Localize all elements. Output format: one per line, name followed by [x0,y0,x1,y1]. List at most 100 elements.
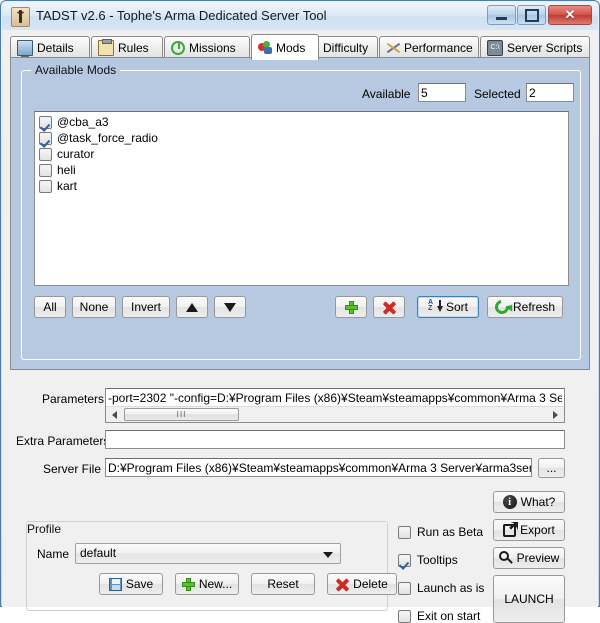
select-all-button[interactable]: All [34,296,66,318]
mod-name: curator [57,147,95,161]
client-area: Details Rules Missions Mods Difficulty P… [2,30,598,623]
export-button[interactable]: Export [493,519,565,541]
delete-profile-button[interactable]: Delete [327,573,397,595]
refresh-button[interactable]: Refresh [487,296,563,318]
x-mark-icon [336,578,349,591]
tab-mods[interactable]: Mods [251,34,319,60]
mod-checkbox[interactable] [39,115,52,129]
option-tooltips[interactable]: Tooltips [398,553,458,567]
selected-label: Selected [474,87,521,101]
profile-name-select[interactable]: default [75,543,341,564]
selected-count-input[interactable]: 2 [526,83,574,102]
available-count-input[interactable]: 5 [418,83,466,102]
tab-performance[interactable]: Performance [379,36,479,58]
move-down-button[interactable] [214,296,246,318]
browse-button[interactable]: ... [538,458,565,478]
list-item[interactable]: @task_force_radio [37,130,568,146]
parameters-field[interactable]: -port=2302 "-config=D:¥Program Files (x8… [105,388,565,423]
what-button[interactable]: i What? [493,491,565,513]
profile-group: Profile Name default Save New... Reset D… [26,521,397,611]
export-label: Export [520,523,555,537]
maximize-button[interactable] [517,5,546,25]
application-window: TADST v2.6 - Tophe's Arma Dedicated Serv… [0,0,600,623]
window-title: TADST v2.6 - Tophe's Arma Dedicated Serv… [36,8,327,23]
list-item[interactable]: curator [37,146,568,162]
invert-selection-button[interactable]: Invert [122,296,170,318]
extra-parameters-input[interactable] [105,430,565,449]
server-file-input[interactable]: D:¥Program Files (x86)¥Steam¥steamapps¥c… [105,458,532,477]
mod-checkbox[interactable] [39,131,52,145]
arrow-down-icon [224,302,236,312]
option-run-as-beta[interactable]: Run as Beta [398,525,483,539]
mod-checkbox[interactable] [39,163,52,177]
close-button[interactable]: ✕ [548,5,592,25]
x-mark-icon [383,301,396,314]
plus-icon [344,300,358,314]
option-checkbox[interactable] [398,609,411,623]
move-up-button[interactable] [176,296,208,318]
delete-label: Delete [353,577,388,591]
list-item[interactable]: @cba_a3 [37,114,568,130]
option-checkbox[interactable] [398,581,411,595]
save-label: Save [125,577,154,591]
what-label: What? [520,495,556,509]
launch-button[interactable]: LAUNCH [493,575,565,623]
preview-button[interactable]: Preview [493,547,565,569]
option-checkbox[interactable] [398,525,411,539]
select-none-button[interactable]: None [72,296,116,318]
export-arrow-icon [503,523,517,537]
refresh-label: Refresh [512,300,556,314]
info-icon: i [502,495,517,509]
magnifier-icon [498,551,513,565]
option-exit-on-start[interactable]: Exit on start [398,609,480,623]
minimize-icon [488,6,515,24]
clipboard-icon [98,38,114,56]
save-profile-button[interactable]: Save [99,573,163,595]
mod-checkbox[interactable] [39,147,52,161]
mod-name: @task_force_radio [57,131,158,145]
available-mods-group: Available Mods Available 5 Selected 2 @c… [21,63,581,360]
monitor-icon [17,39,33,58]
option-label: Exit on start [417,609,481,623]
disk-icon [108,577,122,591]
tab-missions[interactable]: Missions [164,36,250,58]
mod-list[interactable]: @cba_a3 @task_force_radio curator heli k… [34,111,569,286]
option-launch-as-is[interactable]: Launch as is [398,581,484,595]
profile-name-value: default [80,546,117,560]
list-item[interactable]: heli [37,162,568,178]
close-icon: ✕ [564,7,576,22]
lower-panel: Parameters -port=2302 "-config=D:¥Progra… [2,375,598,623]
available-label: Available [362,87,411,101]
tab-rules[interactable]: Rules [91,36,163,58]
scroll-right-button[interactable] [548,407,563,422]
console-icon: C:\ [487,39,503,56]
parameters-scrollbar[interactable]: ⅠⅠⅠ [106,406,564,422]
title-bar[interactable]: TADST v2.6 - Tophe's Arma Dedicated Serv… [2,2,598,31]
extra-parameters-label: Extra Parameters [16,434,110,448]
plus-icon [181,577,195,591]
arrow-up-icon [186,302,198,312]
maximize-icon [518,6,545,24]
add-mod-button[interactable] [335,296,367,318]
chevron-down-icon [323,552,333,558]
tab-label: Missions [189,40,236,55]
minimize-button[interactable] [487,5,516,25]
sort-label: Sort [445,300,468,314]
option-checkbox[interactable] [398,553,411,567]
tab-label: Rules [118,40,149,55]
scrollbar-thumb[interactable]: ⅠⅠⅠ [124,408,239,421]
sort-button[interactable]: AZ Sort [417,296,479,318]
scroll-left-button[interactable] [107,407,122,422]
list-item[interactable]: kart [37,178,568,194]
parameters-label: Parameters [42,392,105,406]
mod-name: heli [57,163,76,177]
group-title: Profile [27,522,387,536]
parameters-value: -port=2302 "-config=D:¥Program Files (x8… [108,391,562,405]
tab-details[interactable]: Details [10,36,90,58]
remove-mod-button[interactable] [373,296,405,318]
new-profile-button[interactable]: New... [175,573,239,595]
tab-strip: Details Rules Missions Mods Difficulty P… [10,34,590,60]
reset-profile-button[interactable]: Reset [251,573,315,595]
tab-server-scripts[interactable]: C:\ Server Scripts [480,36,590,58]
mod-checkbox[interactable] [39,179,52,193]
